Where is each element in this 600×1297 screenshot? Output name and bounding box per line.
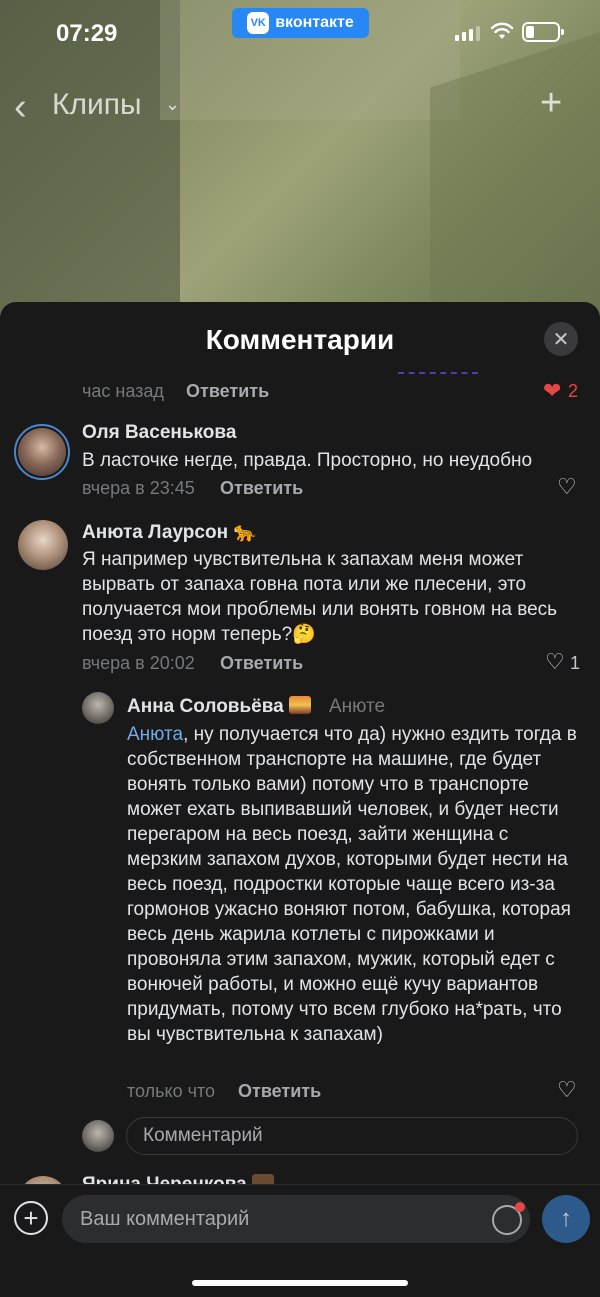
comment-author[interactable]: Анна Соловьёва xyxy=(127,696,312,718)
reply-button[interactable]: Ответить xyxy=(238,1081,321,1102)
status-time: 07:29 xyxy=(56,20,118,47)
comment-author[interactable]: Анюта Лаурсон 🐆 xyxy=(82,520,257,544)
reply-button[interactable]: Ответить xyxy=(220,478,303,499)
close-button[interactable]: ✕ xyxy=(544,322,578,356)
close-icon: ✕ xyxy=(552,328,570,351)
vk-logo-icon: VK xyxy=(247,12,270,34)
reply-to-label[interactable]: Анюте xyxy=(329,696,385,718)
comment-time: час назад xyxy=(82,381,164,401)
avatar[interactable] xyxy=(82,692,114,724)
comment-time: вчера в 23:45 xyxy=(82,478,195,498)
home-indicator xyxy=(192,1280,408,1286)
comment-input-placeholder: Ваш комментарий xyxy=(80,1207,250,1230)
heart-filled-icon[interactable]: ❤ xyxy=(543,378,561,404)
avatar[interactable] xyxy=(14,424,70,480)
arrow-up-icon: ↑ xyxy=(560,1205,572,1232)
heart-outline-icon[interactable]: ♡ xyxy=(557,474,577,500)
vk-app-pill[interactable]: VK вконтакте xyxy=(232,8,369,38)
add-attachment-button[interactable]: + xyxy=(14,1201,48,1235)
like-count: 2 xyxy=(568,381,579,401)
sheet-title: Комментарии xyxy=(205,324,395,355)
plus-icon: + xyxy=(23,1203,39,1233)
clips-title[interactable]: Клипы xyxy=(52,88,142,122)
add-clip-button[interactable]: + xyxy=(540,82,562,125)
send-button[interactable]: ↑ xyxy=(542,1195,590,1243)
status-bar: 07:29 VK вконтакте xyxy=(0,0,600,64)
heart-outline-icon[interactable]: ♡ xyxy=(557,1077,577,1103)
comment-time: вчера в 20:02 xyxy=(82,653,195,673)
comment-text: В ласточке негде, правда. Просторно, но … xyxy=(82,450,533,471)
heart-outline-icon[interactable]: ♡ xyxy=(545,649,565,675)
chevron-down-icon[interactable]: ⌄ xyxy=(165,94,180,115)
comment-input[interactable]: Ваш комментарий xyxy=(62,1195,530,1243)
back-chevron-icon[interactable]: ‹ xyxy=(14,86,27,129)
reply-button[interactable]: Ответить xyxy=(220,653,303,674)
thinking-emoji: 🤔 xyxy=(292,624,316,645)
vk-app-label: вконтакте xyxy=(275,14,354,31)
reply-button[interactable]: Ответить xyxy=(186,381,269,402)
emoji-picker-icon[interactable] xyxy=(492,1202,525,1235)
comment-author[interactable]: Оля Васенькова xyxy=(82,422,236,444)
comment-text: Анюта, ну получается что да) нужно ездит… xyxy=(127,724,577,1045)
reply-input-placeholder: Комментарий xyxy=(143,1125,263,1146)
wifi-icon xyxy=(490,22,514,39)
reply-comment-input[interactable]: Комментарий xyxy=(126,1117,578,1155)
comments-sheet: Комментарии ✕ час назад Ответить ❤ 2 Оля… xyxy=(0,302,600,1297)
like-count: 1 xyxy=(570,653,581,673)
leopard-emoji: 🐆 xyxy=(233,522,257,543)
author-name: Анна Соловьёва xyxy=(127,696,284,717)
comment-time: только что xyxy=(127,1081,216,1101)
my-avatar xyxy=(82,1120,114,1152)
battery-icon xyxy=(522,22,564,42)
avatar[interactable] xyxy=(18,520,68,570)
cellular-signal-icon xyxy=(455,26,480,41)
scroll-hint xyxy=(398,372,478,374)
comment-text: Я например чувствительна к запахам меня … xyxy=(82,549,558,645)
mention-link[interactable]: Анюта xyxy=(127,724,183,745)
sunset-emoji xyxy=(289,696,312,714)
author-name: Анюта Лаурсон xyxy=(82,522,229,543)
top-nav: ‹ Клипы ⌄ + xyxy=(0,80,600,130)
